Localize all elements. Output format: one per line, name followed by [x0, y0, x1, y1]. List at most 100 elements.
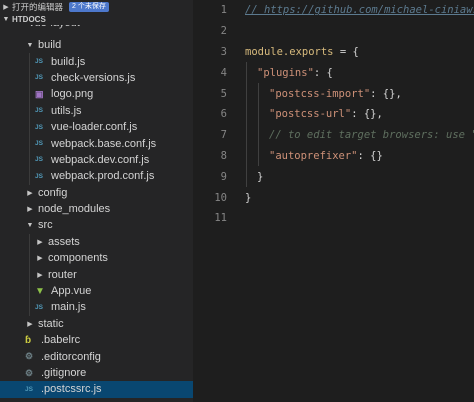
chevron-right-icon: ▶ — [37, 255, 43, 263]
tree-item-build-js[interactable]: JS build.js — [0, 53, 193, 70]
tree-item-label: node_modules — [38, 203, 111, 216]
line-number: 2 — [220, 25, 227, 38]
tree-item-vue-layout[interactable]: vue-layout — [0, 25, 193, 33]
tree-item-utils-js[interactable]: JS utils.js — [0, 102, 193, 119]
indent-guide — [29, 86, 30, 103]
tree-item-editorconfig[interactable]: ⚙ .editorconfig — [0, 348, 193, 364]
indent-guide — [258, 83, 259, 104]
chevron-right-icon: ▶ — [27, 320, 33, 328]
line-number: 8 — [220, 149, 227, 162]
code-line: 6 "postcss-url": {}, — [193, 103, 474, 125]
js-file-icon: JS — [35, 123, 43, 131]
js-file-icon: JS — [35, 303, 43, 311]
gear-file-icon: ⚙ — [25, 351, 34, 362]
open-editors-header[interactable]: ▶ 打开的编辑器 2 个未保存 — [0, 0, 193, 13]
tree-item-components[interactable]: ▶ components — [0, 250, 193, 267]
tree-item-label: static — [38, 317, 64, 330]
tree-item-static[interactable]: ▶ static — [0, 316, 193, 332]
tree-item-label: main.js — [51, 301, 86, 314]
indent-guide — [258, 145, 259, 167]
tree-item-label: .editorconfig — [41, 350, 101, 363]
code-punctuation: : {}, — [370, 87, 402, 100]
indent-guide — [29, 135, 30, 152]
image-file-icon: ▣ — [35, 88, 44, 99]
gear-file-icon: ⚙ — [25, 367, 34, 378]
tree-item-config[interactable]: ▶ config — [0, 185, 193, 201]
js-file-icon: JS — [35, 156, 43, 164]
tree-item-babelrc[interactable]: ɓ .babelrc — [0, 332, 193, 348]
tree-item-webpack-prod-conf-js[interactable]: JS webpack.prod.conf.js — [0, 168, 193, 185]
indent-guide — [246, 166, 247, 188]
tree-item-label: .babelrc — [41, 334, 81, 347]
tree-item-check-versions-js[interactable]: JS check-versions.js — [0, 69, 193, 87]
tree-item-label: assets — [48, 235, 80, 248]
tree-item-gitignore[interactable]: ⚙ .gitignore — [0, 365, 193, 381]
indent-guide — [29, 151, 30, 169]
code-comment: // to edit target browsers: use "browser… — [269, 129, 474, 142]
tree-item-label: config — [38, 186, 68, 199]
tree-item-main-js[interactable]: JS main.js — [0, 299, 193, 316]
code-punctuation: } — [245, 191, 252, 204]
code-punctuation: : {} — [357, 149, 383, 162]
indent-guide — [29, 102, 30, 119]
code-line: 10 } — [193, 187, 474, 208]
tree-item-label: App.vue — [51, 285, 92, 298]
indent-guide — [29, 233, 30, 251]
code-string: "autoprefixer" — [269, 149, 358, 162]
js-file-icon: JS — [25, 385, 33, 393]
js-file-icon: JS — [35, 140, 43, 148]
line-number: 10 — [214, 191, 227, 204]
tree-item-assets[interactable]: ▶ assets — [0, 233, 193, 251]
code-line: 4 "plugins": { — [193, 62, 474, 84]
indent-guide — [29, 250, 30, 267]
indent-guide — [258, 103, 259, 125]
code-string: "postcss-url" — [269, 108, 352, 121]
tree-item-webpack-base-conf-js[interactable]: JS webpack.base.conf.js — [0, 135, 193, 152]
indent-guide — [29, 282, 30, 300]
workspace-root-header[interactable]: ▼ HTDOCS — [0, 13, 193, 25]
indent-guide — [29, 118, 30, 136]
code-line: 3 module.exports = { — [193, 42, 474, 63]
code-line: 5 "postcss-import": {}, — [193, 83, 474, 104]
tree-item-label: .postcssrc.js — [41, 383, 102, 396]
code-comment: // https://github.com/michael-ciniawsky/… — [245, 4, 474, 17]
tree-item-label: check-versions.js — [51, 71, 136, 84]
tree-item-node-modules[interactable]: ▶ node_modules — [0, 201, 193, 217]
code-keyword: module.exports — [245, 45, 334, 58]
tree-item-postcssrc-js[interactable]: JS .postcssrc.js — [0, 381, 193, 398]
code-editor[interactable]: 1 // https://github.com/michael-ciniawsk… — [193, 0, 474, 402]
line-number: 7 — [220, 129, 227, 142]
chevron-down-icon: ▼ — [2, 15, 10, 23]
indent-guide — [29, 266, 30, 283]
tree-item-router[interactable]: ▶ router — [0, 266, 193, 283]
tree-item-label: router — [48, 268, 77, 281]
js-file-icon: JS — [35, 58, 43, 66]
folder-label: vue-layout — [29, 25, 80, 29]
chevron-down-icon: ▼ — [26, 221, 34, 229]
tree-item-build[interactable]: ▼ build — [0, 37, 193, 53]
tree-item-vue-loader-conf-js[interactable]: JS vue-loader.conf.js — [0, 118, 193, 136]
code-string: "plugins" — [257, 66, 314, 79]
line-number: 5 — [220, 87, 227, 100]
tree-item-src[interactable]: ▼ src — [0, 217, 193, 233]
tree-item-logo-png[interactable]: ▣ logo.png — [0, 86, 193, 103]
tree-item-app-vue[interactable]: ▼ App.vue — [0, 282, 193, 300]
tree-item-label: build — [38, 39, 62, 52]
indent-guide — [246, 62, 247, 84]
indent-guide — [29, 53, 30, 70]
tree-item-label: build.js — [51, 55, 86, 68]
tree-item-label: webpack.prod.conf.js — [51, 170, 155, 183]
explorer-sidebar: ▶ 打开的编辑器 2 个未保存 ▼ HTDOCS vue-layout ▼ bui… — [0, 0, 193, 402]
line-number: 1 — [220, 4, 227, 17]
indent-guide — [258, 124, 259, 146]
indent-guide — [29, 69, 30, 87]
js-file-icon: JS — [35, 74, 43, 82]
chevron-right-icon: ▶ — [37, 238, 43, 246]
line-number: 3 — [220, 45, 227, 58]
unsaved-badge: 2 个未保存 — [69, 1, 109, 12]
line-number: 9 — [220, 170, 227, 183]
vue-file-icon: ▼ — [35, 285, 45, 297]
code-line: 1 // https://github.com/michael-ciniawsk… — [193, 0, 474, 21]
code-punctuation: : {}, — [351, 108, 383, 121]
tree-item-webpack-dev-conf-js[interactable]: JS webpack.dev.conf.js — [0, 151, 193, 169]
